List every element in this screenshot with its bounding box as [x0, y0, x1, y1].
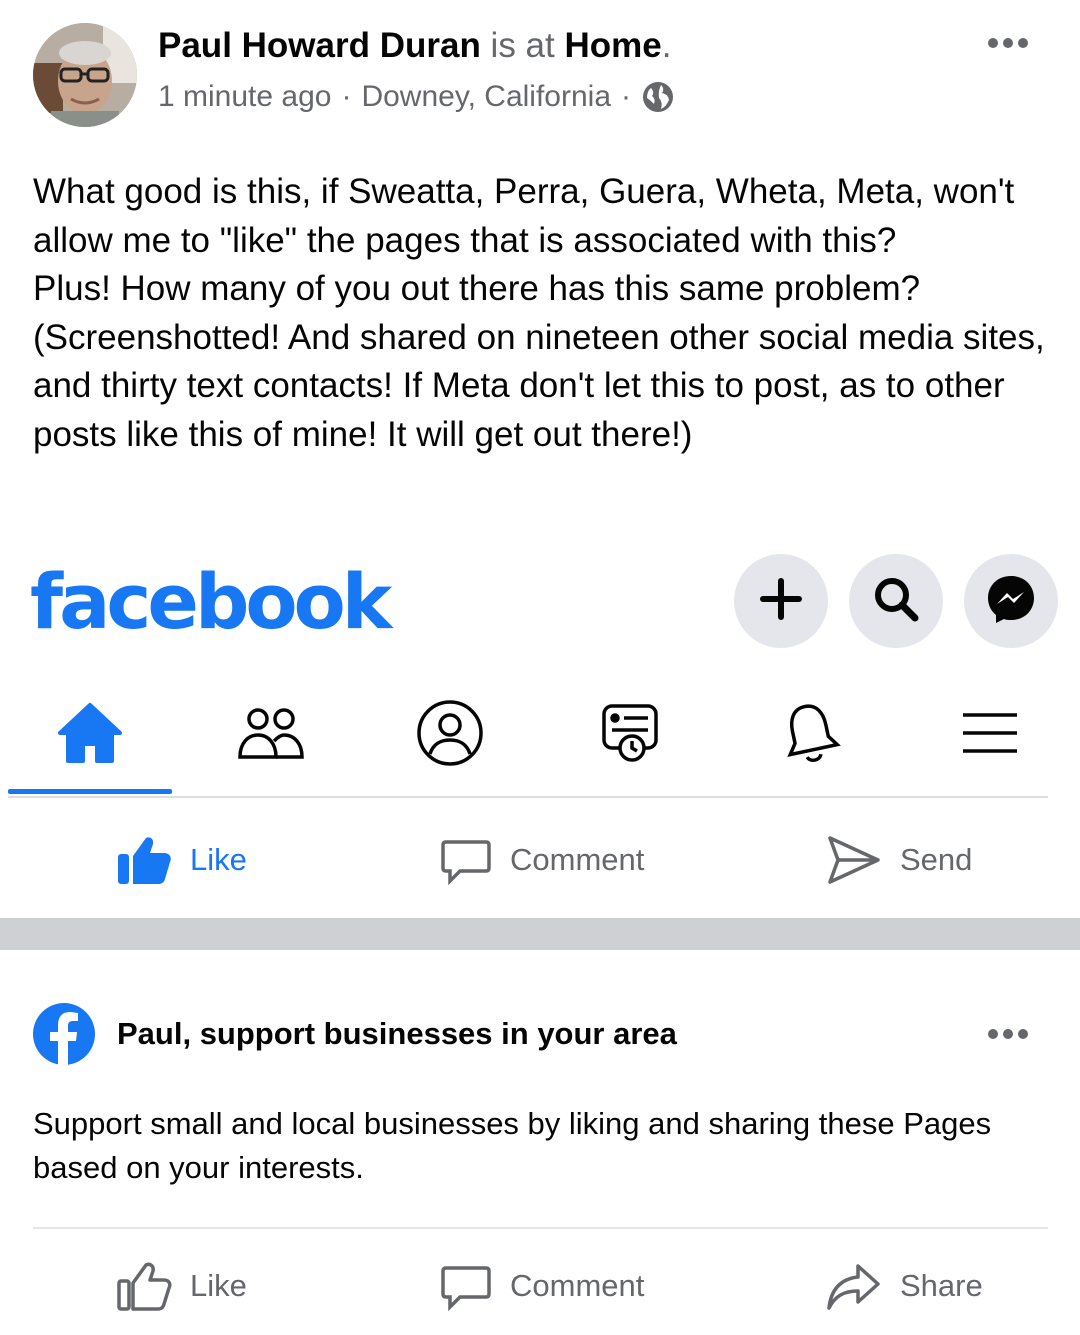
feeds-icon [598, 700, 662, 771]
friends-icon [234, 701, 306, 770]
post-body: What good is this, if Sweatta, Perra, Gu… [33, 168, 1063, 459]
screenshot-send-button[interactable]: Send [826, 834, 972, 886]
post-author-line: Paul Howard Duran is at Home. [158, 26, 671, 66]
suggestion-share-button[interactable]: Share [826, 1260, 983, 1312]
post-location[interactable]: Downey, California [361, 80, 611, 114]
checkin-place[interactable]: Home [564, 26, 661, 65]
share-label: Share [900, 1268, 983, 1303]
tab-profile[interactable] [410, 695, 490, 775]
post-more-options-icon[interactable] [988, 38, 1028, 48]
status-period: . [661, 26, 672, 65]
globe-icon[interactable] [641, 80, 675, 114]
screenshot-like-button[interactable]: Like [116, 834, 247, 886]
avatar-photo [33, 23, 137, 127]
suggestion-comment-button[interactable]: Comment [440, 1260, 644, 1312]
send-label: Send [900, 842, 973, 877]
home-icon [56, 701, 124, 770]
plus-icon [759, 577, 803, 626]
meta-separator: · [341, 80, 352, 113]
post-timestamp[interactable]: 1 minute ago [158, 80, 331, 114]
status-text: is at [480, 26, 565, 65]
facebook-f-icon [33, 1003, 95, 1065]
tab-menu[interactable] [950, 695, 1030, 775]
create-plus-button[interactable] [734, 554, 828, 648]
suggestion-more-options-icon[interactable] [988, 1029, 1028, 1039]
tab-home[interactable] [50, 695, 130, 775]
tab-notifications[interactable] [770, 695, 850, 775]
author-avatar[interactable] [33, 23, 137, 127]
comment-label: Comment [510, 842, 645, 877]
share-icon [827, 1264, 880, 1310]
search-icon [871, 574, 921, 629]
nav-divider [8, 796, 1048, 798]
meta-separator: · [621, 80, 632, 113]
thumbs-up-icon [117, 1262, 172, 1311]
messenger-button[interactable] [964, 554, 1058, 648]
send-icon [828, 836, 880, 884]
thumbs-up-filled-icon [118, 837, 171, 884]
comment-icon [441, 840, 491, 886]
like-label: Like [190, 842, 247, 877]
card-divider [33, 1227, 1048, 1229]
post-meta: 1 minute ago · Downey, California · [158, 80, 675, 114]
active-tab-indicator [8, 789, 172, 794]
suggestion-like-button[interactable]: Like [116, 1260, 247, 1312]
screenshot-comment-button[interactable]: Comment [440, 834, 644, 886]
feed-separator [0, 918, 1080, 950]
post-paragraph: Plus! How many of you out there has this… [33, 269, 1045, 454]
tab-feeds[interactable] [590, 695, 670, 775]
comment-icon [441, 1266, 491, 1312]
suggestion-title: Paul, support businesses in your area [117, 1016, 677, 1051]
tab-friends[interactable] [230, 695, 310, 775]
profile-icon [415, 698, 485, 773]
menu-icon [960, 705, 1020, 766]
comment-label: Comment [510, 1268, 645, 1303]
facebook-logo: facebook [30, 557, 392, 646]
like-label: Like [190, 1268, 247, 1303]
messenger-icon [984, 572, 1038, 631]
search-button[interactable] [849, 554, 943, 648]
post-paragraph: What good is this, if Sweatta, Perra, Gu… [33, 172, 1015, 260]
bell-icon [778, 700, 842, 771]
suggestion-description: Support small and local businesses by li… [33, 1106, 992, 1185]
author-name[interactable]: Paul Howard Duran [158, 26, 481, 65]
